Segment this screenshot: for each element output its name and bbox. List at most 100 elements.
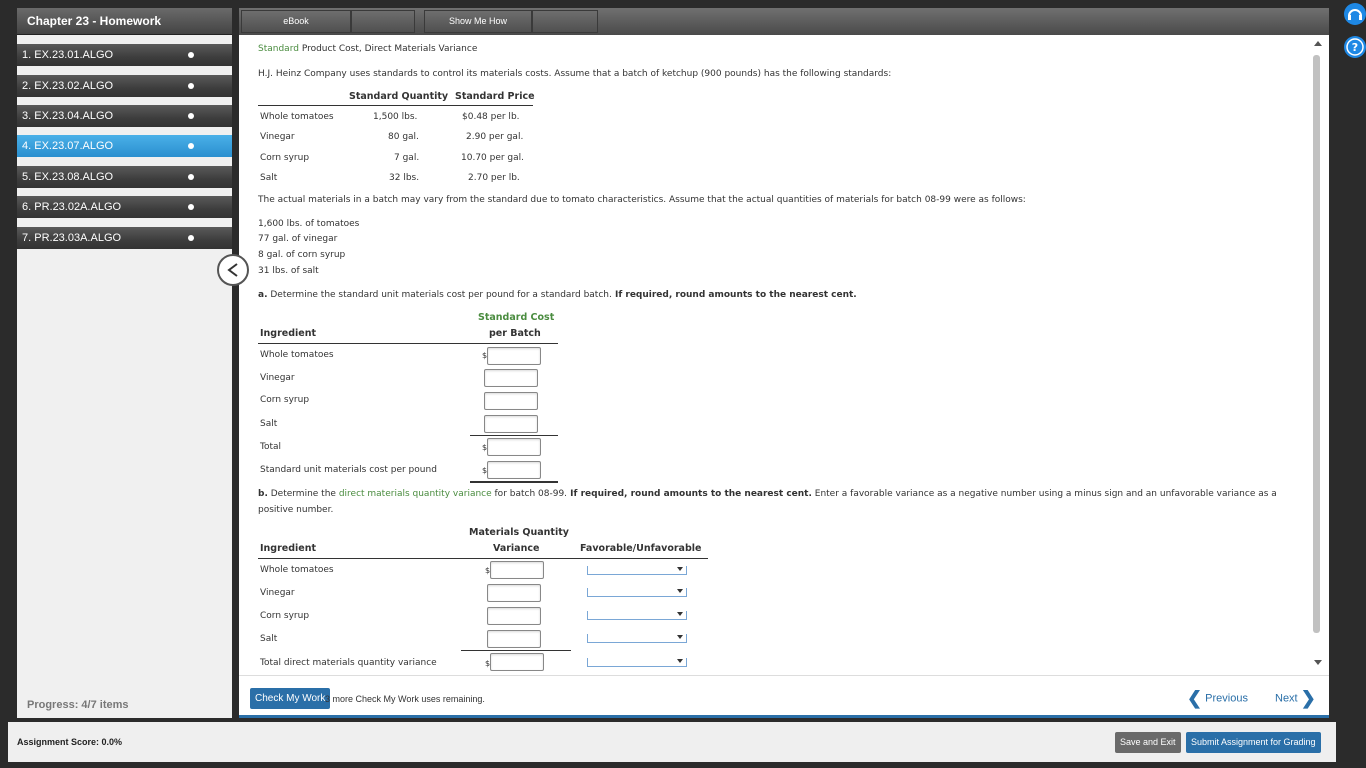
next-button[interactable]: Next ❯	[1275, 688, 1316, 709]
sidebar-title: Chapter 23 - Homework	[17, 8, 232, 35]
variance-total-input[interactable]	[490, 653, 544, 671]
chevron-left-icon	[227, 263, 238, 277]
part-b-prompt: b. Determine the direct materials quanti…	[258, 489, 1277, 499]
std-cost-total-input[interactable]	[487, 438, 541, 456]
tab-ebook[interactable]: eBook	[241, 10, 351, 33]
nav-item-7[interactable]: 7. PR.23.03A.ALGO	[17, 227, 232, 249]
part-b-col2-line1: Materials Quantity	[469, 527, 569, 538]
chevron-right-icon: ❯	[1300, 688, 1316, 708]
status-dot-icon	[188, 113, 194, 119]
part-b-col1-header: Ingredient	[260, 543, 317, 554]
std-row-name: Corn syrup	[260, 153, 310, 163]
check-remaining-text: 3 more Check My Work uses remaining.	[325, 694, 485, 704]
nav-item-2[interactable]: 2. EX.23.02.ALGO	[17, 75, 232, 97]
tab-show-me-how[interactable]: Show Me How	[424, 10, 532, 33]
std-row-name: Salt	[260, 173, 278, 183]
status-dot-icon	[188, 143, 194, 149]
previous-label: Previous	[1205, 692, 1248, 705]
dm-quantity-variance-link[interactable]: direct materials quantity variance	[339, 489, 492, 499]
nav-item-6[interactable]: 6. PR.23.02A.ALGO	[17, 196, 232, 218]
variance-vinegar-input[interactable]	[487, 584, 541, 602]
std-row-price: $0.48 per lb.	[462, 112, 520, 122]
std-qty-header: Standard Quantity	[349, 91, 449, 102]
nav-item-label: 7. PR.23.03A.ALGO	[22, 232, 122, 244]
title-link[interactable]: Standard	[258, 44, 299, 54]
nav-item-5[interactable]: 5. EX.23.08.ALGO	[17, 166, 232, 188]
part-b-row: Vinegar	[260, 588, 295, 598]
tab-blank-1[interactable]	[351, 10, 415, 33]
std-row-price: 10.70 per gal.	[461, 153, 525, 163]
tab-blank-2[interactable]	[532, 10, 598, 33]
support-headset-icon[interactable]	[1344, 3, 1366, 25]
problem-content: Standard Product Cost, Direct Materials …	[239, 35, 1329, 675]
fav-unfav-whole-tomatoes-select[interactable]	[587, 566, 687, 575]
fav-unfav-total-select[interactable]	[587, 658, 687, 667]
std-cost-whole-tomatoes-input[interactable]	[487, 347, 541, 365]
part-b-bold: If required, round amounts to the neares…	[567, 489, 812, 499]
nav-item-label: 2. EX.23.02.ALGO	[22, 80, 114, 92]
std-row-name: Whole tomatoes	[260, 112, 334, 122]
nav-item-1[interactable]: 1. EX.23.01.ALGO	[17, 44, 232, 66]
std-cost-corn-syrup-input[interactable]	[484, 392, 538, 410]
total-line	[461, 650, 571, 651]
status-dot-icon	[188, 174, 194, 180]
status-dot-icon	[188, 83, 194, 89]
collapse-sidebar-button[interactable]	[217, 254, 249, 286]
problem-intro: H.J. Heinz Company uses standards to con…	[258, 69, 892, 79]
fav-unfav-salt-select[interactable]	[587, 634, 687, 643]
assignment-footer: Assignment Score: 0.0% Save and Exit Sub…	[8, 722, 1336, 762]
part-a-row: Corn syrup	[260, 395, 310, 405]
part-b-prompt-cont: positive number.	[258, 505, 334, 515]
top-tab-bar: eBook Show Me How	[239, 8, 1329, 35]
fav-unfav-vinegar-select[interactable]	[587, 588, 687, 597]
status-dot-icon	[188, 204, 194, 210]
assignment-sidebar: Chapter 23 - Homework 1. EX.23.01.ALGO 2…	[17, 8, 232, 718]
part-a-col2-line2: per Batch	[489, 328, 541, 339]
nav-item-label: 3. EX.23.04.ALGO	[22, 110, 114, 122]
std-row-price: 2.70 per lb.	[468, 173, 520, 183]
nav-item-label: 5. EX.23.08.ALGO	[22, 171, 114, 183]
title-rest: Product Cost, Direct Materials Variance	[298, 44, 478, 54]
check-my-work-button[interactable]: Check My Work	[250, 688, 331, 709]
chevron-left-icon: ❮	[1187, 688, 1203, 708]
fav-unfav-corn-syrup-select[interactable]	[587, 611, 687, 620]
scroll-thumb[interactable]	[1313, 55, 1320, 633]
part-b-col3-header: Favorable/Unfavorable	[580, 543, 702, 554]
problem-title: Standard Product Cost, Direct Materials …	[258, 44, 477, 54]
part-b-text2: for batch 08-99.	[491, 489, 568, 499]
submit-assignment-button[interactable]: Submit Assignment for Grading	[1186, 732, 1321, 753]
actual-item: 8 gal. of corn syrup	[258, 250, 346, 260]
part-a-col2-line1: Standard Cost	[478, 312, 555, 323]
table-divider	[258, 105, 533, 106]
std-unit-cost-input[interactable]	[487, 461, 541, 479]
part-a-bold: If required, round amounts to the neares…	[611, 290, 857, 300]
variance-salt-input[interactable]	[487, 630, 541, 648]
total-line	[470, 435, 558, 436]
part-b-text1: Determine the	[267, 489, 339, 499]
part-a-row: Vinegar	[260, 373, 295, 383]
part-a-col1-header: Ingredient	[260, 328, 317, 339]
help-icon[interactable]: ?	[1344, 36, 1366, 58]
table-divider	[258, 558, 708, 559]
variance-whole-tomatoes-input[interactable]	[490, 561, 544, 579]
std-row-price: 2.90 per gal.	[466, 132, 524, 142]
nav-item-3[interactable]: 3. EX.23.04.ALGO	[17, 105, 232, 127]
std-cost-salt-input[interactable]	[484, 415, 538, 433]
part-a-row: Standard unit materials cost per pound	[260, 465, 437, 475]
part-b-row: Corn syrup	[260, 611, 310, 621]
nav-item-4-active[interactable]: 4. EX.23.07.ALGO	[17, 135, 232, 157]
content-scrollbar[interactable]	[1311, 35, 1326, 675]
variance-corn-syrup-input[interactable]	[487, 607, 541, 625]
std-row-qty: 1,500 lbs.	[373, 112, 418, 122]
table-divider	[258, 343, 558, 344]
assignment-score: Assignment Score: 0.0%	[17, 737, 123, 747]
previous-button[interactable]: ❮ Previous	[1187, 688, 1248, 709]
save-and-exit-button[interactable]: Save and Exit	[1115, 732, 1181, 753]
scroll-up-icon[interactable]	[1314, 41, 1322, 46]
std-cost-vinegar-input[interactable]	[484, 369, 538, 387]
std-row-qty: 80 gal.	[388, 132, 419, 142]
part-b-row: Whole tomatoes	[260, 565, 334, 575]
scroll-down-icon[interactable]	[1314, 660, 1322, 665]
actual-intro: The actual materials in a batch may vary…	[258, 195, 1026, 205]
status-dot-icon	[188, 52, 194, 58]
